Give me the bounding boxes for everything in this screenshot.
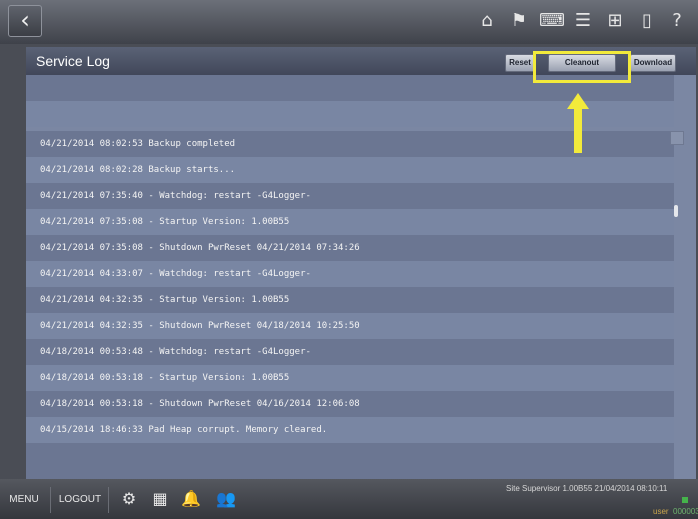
book-icon[interactable]: ▯ bbox=[635, 10, 659, 32]
status-text: Site Supervisor 1.00B55 21/04/2014 08:10… bbox=[506, 484, 668, 493]
empty-row bbox=[26, 443, 674, 479]
scroll-thumb[interactable] bbox=[674, 205, 678, 217]
list-item: 04/21/2014 04:32:35 - Startup Version: 1… bbox=[26, 287, 674, 313]
divider bbox=[50, 487, 51, 513]
top-toolbar: ‹ ⌂ ⚑ ⌨ ☰ ⊞ ▯ ? bbox=[0, 0, 698, 44]
logout-button[interactable]: LOGOUT bbox=[56, 489, 104, 511]
user-code: 000003 bbox=[673, 507, 698, 516]
divider bbox=[108, 487, 109, 513]
help-icon[interactable]: ? bbox=[665, 10, 689, 32]
list-item: 04/21/2014 08:02:28 Backup starts... bbox=[26, 157, 674, 183]
menu-button[interactable]: MENU bbox=[4, 489, 44, 511]
download-button[interactable]: Download bbox=[630, 54, 676, 72]
list-icon[interactable]: ☰ bbox=[571, 10, 595, 32]
highlight-annotation-box bbox=[533, 51, 631, 83]
log-list[interactable]: 04/21/2014 08:02:53 Backup completed 04/… bbox=[26, 75, 696, 499]
network-icon[interactable]: ⊞ bbox=[603, 10, 627, 32]
page-title: Service Log bbox=[36, 53, 110, 69]
settings-icon[interactable]: ⚙ bbox=[118, 488, 140, 510]
list-item: 04/21/2014 04:33:07 - Watchdog: restart … bbox=[26, 261, 674, 287]
scroll-up-button[interactable] bbox=[670, 131, 684, 145]
list-item: 04/18/2014 00:53:18 - Startup Version: 1… bbox=[26, 365, 674, 391]
list-item: 04/18/2014 00:53:18 - Shutdown PwrReset … bbox=[26, 391, 674, 417]
user-label: user bbox=[653, 507, 669, 516]
status-indicator bbox=[682, 497, 688, 503]
arrow-annotation-icon bbox=[567, 93, 589, 153]
scrollbar[interactable] bbox=[670, 131, 684, 501]
home-icon[interactable]: ⌂ bbox=[475, 10, 499, 32]
list-item: 04/15/2014 18:46:33 Pad Heap corrupt. Me… bbox=[26, 417, 674, 443]
keyboard-icon[interactable]: ⌨ bbox=[539, 10, 565, 32]
list-item: 04/18/2014 00:53:48 - Watchdog: restart … bbox=[26, 339, 674, 365]
service-log-panel: Service Log Reset Cleanout Download 04/2… bbox=[26, 47, 696, 499]
alarm-bell-icon[interactable]: 🔔 bbox=[180, 488, 202, 510]
calendar-icon[interactable]: ▦ bbox=[149, 488, 171, 510]
reset-button[interactable]: Reset bbox=[505, 54, 535, 72]
list-item: 04/21/2014 07:35:40 - Watchdog: restart … bbox=[26, 183, 674, 209]
back-button[interactable]: ‹ bbox=[8, 5, 42, 37]
list-item: 04/21/2014 07:35:08 - Startup Version: 1… bbox=[26, 209, 674, 235]
bottom-toolbar: MENU LOGOUT ⚙ ▦ 🔔 👥 Site Supervisor 1.00… bbox=[0, 479, 698, 519]
list-item: 04/21/2014 04:32:35 - Shutdown PwrReset … bbox=[26, 313, 674, 339]
users-icon[interactable]: 👥 bbox=[215, 488, 237, 510]
list-item: 04/21/2014 07:35:08 - Shutdown PwrReset … bbox=[26, 235, 674, 261]
flag-icon[interactable]: ⚑ bbox=[507, 10, 531, 32]
